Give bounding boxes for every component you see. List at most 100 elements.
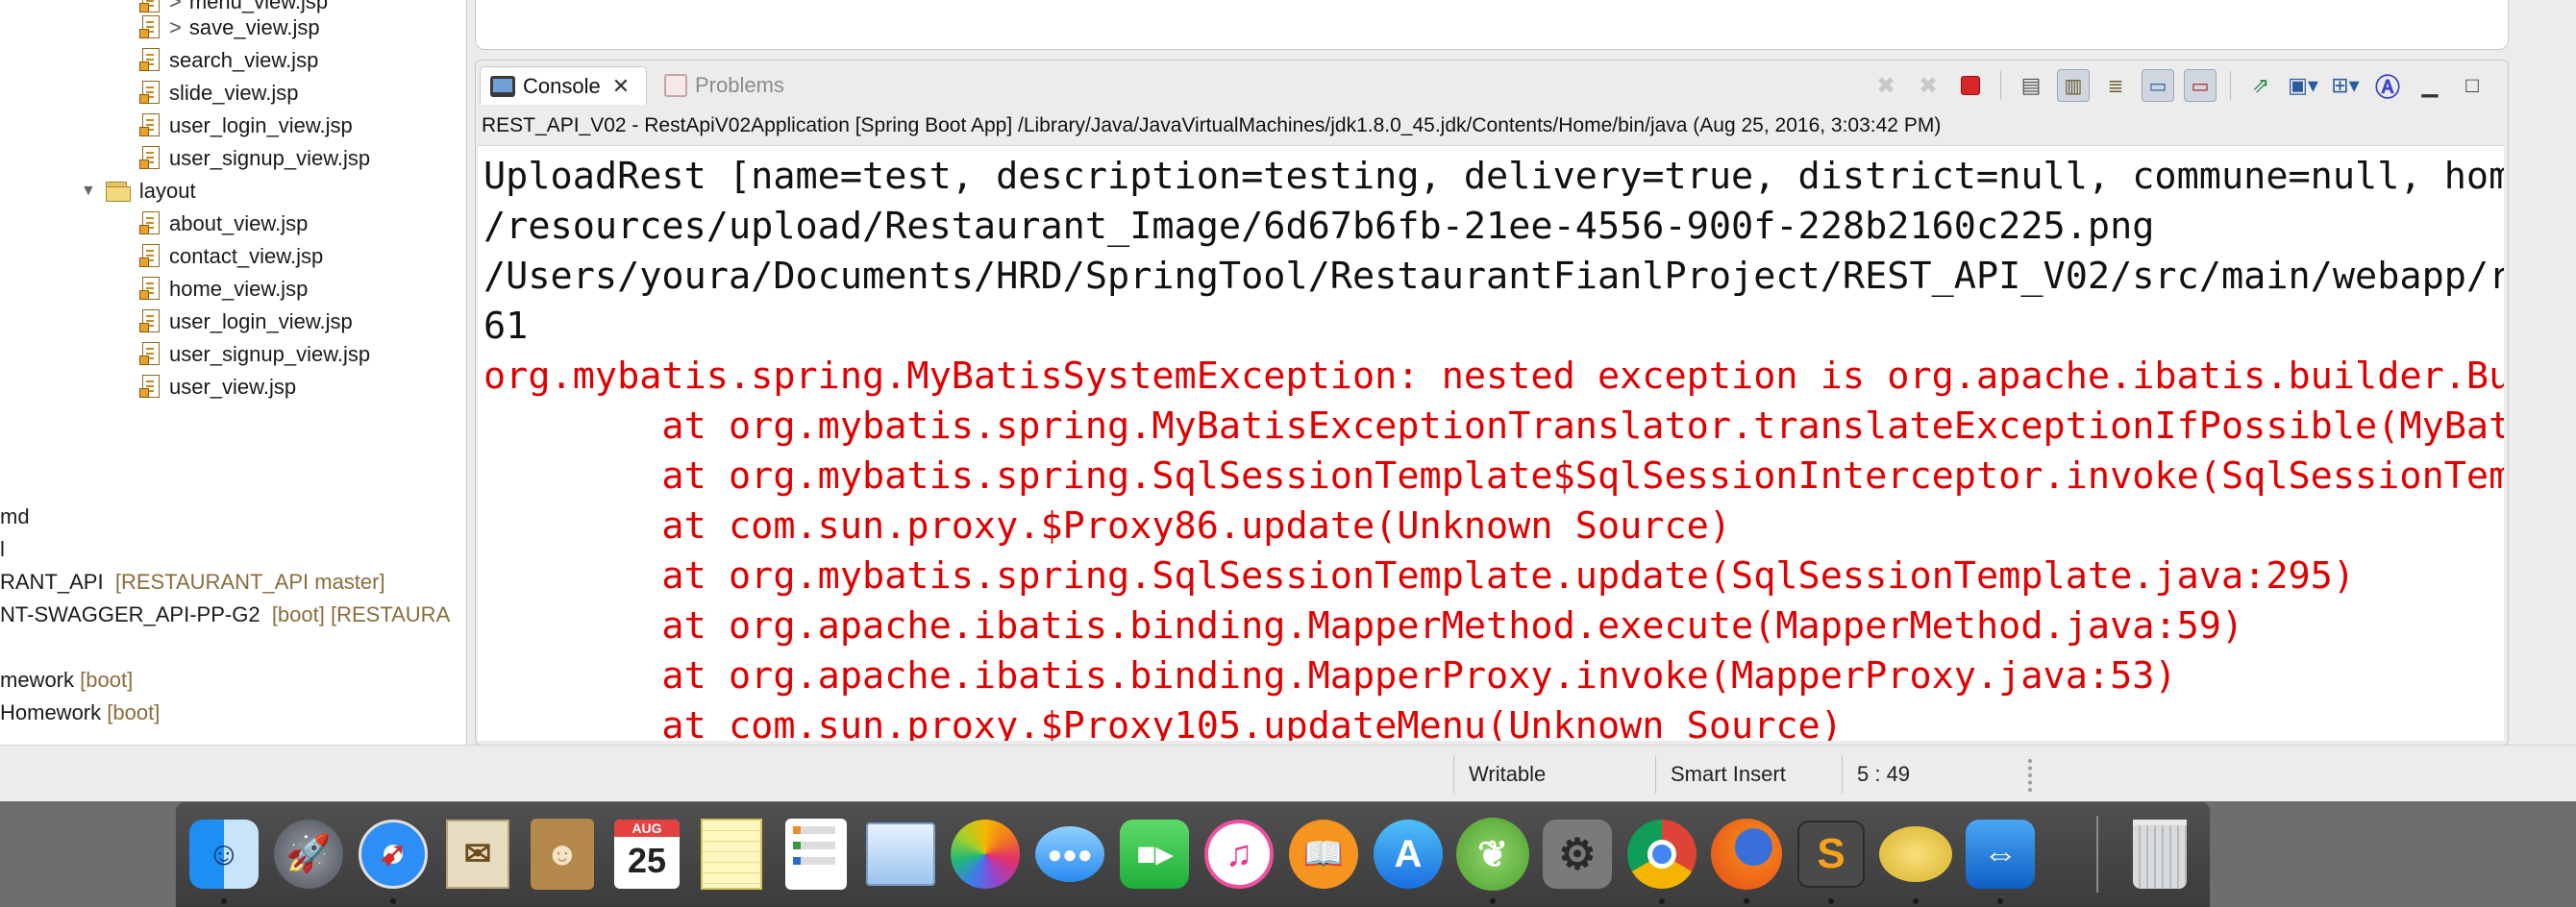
mail-icon[interactable]: ✉ [439,816,516,893]
tree-item-label: user_login_view.jsp [169,309,353,333]
tree-item-label: user_view.jsp [169,375,297,399]
tree-folder-label: layout [138,179,196,203]
dock-separator [2096,816,2098,893]
chrome-icon[interactable] [1623,816,1700,893]
word-wrap-icon[interactable]: ≣ [2099,69,2132,102]
project-name: mework [0,668,75,692]
tree-item-label: home_view.jsp [169,277,309,301]
tree-folder-layout[interactable]: ▼ layout [81,176,196,207]
console-error-line: at org.mybatis.spring.MyBatisExceptionTr… [483,404,2504,448]
remove-launch-icon[interactable]: ✖ [1870,69,1902,102]
jsp-file-icon [139,277,162,302]
project-name: NT-SWAGGER_API-PP-G2 [0,602,260,626]
tree-item-user-signup-view-layout[interactable]: user_signup_view.jsp [139,339,370,370]
tree-item-save-view[interactable]: > save_view.jsp [139,12,320,43]
tab-console[interactable]: Console ✕ [480,66,647,105]
clear-console-icon[interactable]: ▤ [2015,69,2047,102]
tab-problems[interactable]: Problems [655,66,794,105]
tree-item-about-view[interactable]: about_view.jsp [139,208,308,239]
console-output[interactable]: UploadRest [name=test, description=testi… [478,145,2504,741]
tree-item-user-login-view-layout[interactable]: user_login_view.jsp [139,306,353,337]
tree-item-slide-view[interactable]: slide_view.jsp [139,78,299,109]
jsp-file-icon [139,81,162,106]
show-on-stdout-icon[interactable]: ▭ [2142,69,2174,102]
jsp-file-icon [139,375,162,400]
jsp-file-icon [139,211,162,236]
tab-problems-label: Problems [695,73,784,97]
status-writable: Writable [1469,762,1547,786]
scroll-lock-icon[interactable]: ▥ [2057,69,2090,102]
open-console-icon[interactable]: ⊞▾ [2329,69,2362,102]
console-error-line: at org.apache.ibatis.binding.MapperMetho… [483,604,2244,648]
app-store-icon[interactable]: A [1370,816,1447,893]
tree-item-user-view[interactable]: user_view.jsp [139,372,296,403]
project-decoration: [boot] [107,700,161,724]
trash-icon[interactable] [2121,816,2198,893]
close-tab-icon[interactable]: ✕ [612,74,630,99]
project-name: md [0,504,30,528]
tree-item-home-view[interactable]: home_view.jsp [139,274,308,305]
calendar-day: 25 [627,841,667,880]
project-row-restaurant-api[interactable]: RANT_API [RESTAURANT_API master] [0,567,385,598]
tab-console-label: Console [523,73,601,98]
firefox-icon[interactable] [1708,816,1785,893]
system-preferences-icon[interactable]: ⚙ [1539,816,1616,893]
console-error-line: at com.sun.proxy.$Proxy86.update(Unknown… [483,504,1732,548]
jsp-file-icon [139,146,162,171]
safari-icon[interactable]: ➹ [355,816,432,893]
project-decoration: [boot] [RESTAURA [271,602,451,626]
tree-item-label: user_signup_view.jsp [169,146,371,170]
reminders-icon[interactable] [778,816,855,893]
preview-icon[interactable] [862,816,939,893]
console-line: UploadRest [name=test, description=testi… [483,155,2504,198]
editor-area[interactable] [475,0,2509,50]
teamviewer-icon[interactable]: ⇔ [1962,816,2039,893]
status-insert-mode: Smart Insert [1671,762,1786,786]
ibooks-icon[interactable]: 📖 [1285,816,1362,893]
display-console-icon[interactable]: ▣▾ [2287,69,2319,102]
tree-item-label: user_signup_view.jsp [169,342,371,366]
tree-item-search-view[interactable]: search_view.jsp [139,45,318,76]
console-error-line: at org.apache.ibatis.binding.MapperProxy… [483,654,2177,698]
project-row-swagger-api[interactable]: NT-SWAGGER_API-PP-G2 [boot] [RESTAURA [0,600,450,630]
console-view: Console ✕ Problems ✖ ✖ ▤ ▥ ≣ ▭ ▭ ⇗ ▣▾ ⊞▾… [475,60,2509,746]
tree-item-label: about_view.jsp [169,211,309,235]
project-row[interactable]: md [0,502,30,532]
project-row-homework[interactable]: Homework [boot] [0,698,160,728]
itunes-icon[interactable]: ♫ [1201,816,1277,893]
show-on-stderr-icon[interactable]: ▭ [2184,69,2217,102]
tree-item-user-login-view[interactable]: user_login_view.jsp [139,110,353,141]
spring-tool-suite-icon[interactable]: ❦ [1454,816,1531,893]
console-error-line: at com.sun.proxy.$Proxy105.updateMenu(Un… [483,704,1843,741]
tree-item-label: user_login_view.jsp [169,113,353,137]
disclosure-triangle-icon[interactable]: ▼ [81,183,96,200]
view-tab-bar: Console ✕ Problems ✖ ✖ ▤ ▥ ≣ ▭ ▭ ⇗ ▣▾ ⊞▾… [476,61,2508,112]
calendar-icon[interactable]: AUG 25 [608,816,685,893]
terminate-icon[interactable] [1954,69,1987,102]
pin-console-icon[interactable]: ⇗ [2244,69,2277,102]
console-error-line: at org.mybatis.spring.SqlSessionTemplate… [483,454,2504,498]
photos-icon[interactable] [947,816,1024,893]
jsp-file-icon [139,15,162,40]
project-row-mework[interactable]: mework [boot] [0,665,133,696]
problems-icon [664,74,687,97]
sublime-text-icon[interactable]: S [1793,816,1870,893]
tree-item-user-signup-view[interactable]: user_signup_view.jsp [139,143,370,174]
tree-item-contact-view[interactable]: contact_view.jsp [139,241,323,272]
finder-icon[interactable]: ☺ [186,816,262,893]
remove-all-terminated-icon[interactable]: ✖ [1912,69,1944,102]
minimize-icon[interactable]: ▁ [2414,69,2446,102]
launchpad-icon[interactable]: 🚀 [270,816,347,893]
sequel-pro-icon[interactable] [1877,816,1954,893]
status-bar-grip-icon[interactable] [2028,759,2032,792]
project-row[interactable]: l [0,534,5,565]
jsp-file-icon [139,113,162,138]
tree-item-label: search_view.jsp [169,48,319,72]
maximize-icon[interactable]: □ [2456,69,2489,102]
contacts-icon[interactable]: ☻ [524,816,601,893]
console-error-line: at org.mybatis.spring.SqlSessionTemplate… [483,554,2356,598]
facetime-icon[interactable]: ■▸ [1116,816,1193,893]
spring-icon[interactable]: Ⓐ [2371,69,2404,102]
messages-icon[interactable]: ●●● [1031,816,1108,893]
notes-icon[interactable] [693,816,770,893]
